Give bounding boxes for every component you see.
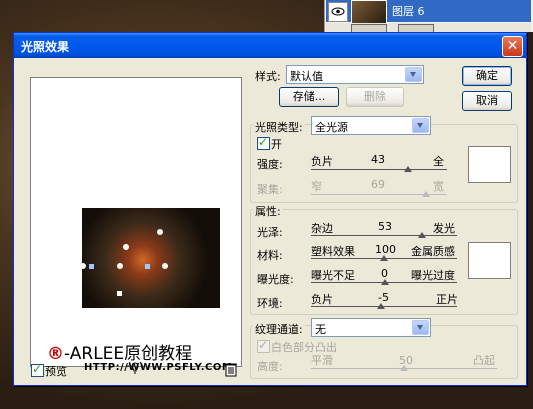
dialog-title: 光照效果 [21,40,70,54]
light-center-handle[interactable] [117,263,123,269]
delete-style-button[interactable]: 删除 [346,87,404,107]
intensity-left-label: 负片 [311,155,333,168]
light-on-label: 开 [271,138,282,151]
ambience-slider-thumb[interactable] [377,303,385,309]
properties-label: 属性: [253,203,283,219]
light-ellipse[interactable] [89,122,159,192]
focus-label: 聚集: [257,183,283,196]
gloss-left-label: 杂边 [311,222,333,235]
chevron-down-icon[interactable] [412,320,429,335]
intensity-slider-thumb[interactable] [404,166,412,172]
light-handle[interactable] [162,263,168,269]
preview-checkbox[interactable] [31,362,44,377]
preview-pane [30,77,242,367]
light-handle[interactable] [145,264,150,269]
material-left-label: 塑料效果 [311,245,355,258]
light-handle[interactable] [157,229,163,235]
texture-channel-value: 无 [315,323,326,336]
gloss-right-label: 发光 [433,222,455,235]
ambience-color-swatch[interactable] [468,242,511,279]
ambience-left-label: 负片 [311,293,333,306]
gloss-label: 光泽: [257,226,283,239]
ambience-label: 环境: [257,297,283,310]
focus-value: 69 [371,178,385,191]
layer-thumbnail [351,0,387,24]
exposure-left-label: 曝光不足 [311,269,355,282]
material-slider-thumb[interactable] [380,255,388,261]
cancel-button[interactable]: 取消 [462,91,512,111]
save-style-button[interactable]: 存储... [279,87,339,107]
intensity-right-label: 全 [433,155,444,168]
trash-icon[interactable] [224,362,238,380]
intensity-label: 强度: [257,158,283,171]
light-type-value: 全光源 [315,121,348,134]
intensity-slider-track[interactable] [311,169,447,170]
light-handle[interactable] [117,291,122,296]
light-on-checkbox[interactable] [257,135,270,150]
preview-image[interactable] [82,208,220,308]
style-select[interactable]: 默认值 [286,65,424,84]
registered-mark: ® [47,344,64,364]
style-value: 默认值 [290,70,323,83]
gloss-value: 53 [378,220,392,233]
intensity-value: 43 [371,153,385,166]
gloss-slider-thumb[interactable] [418,232,426,238]
lighting-effects-dialog: 光照效果 ✕ ®-ARLEE原创教程 HTTP://WWW.PSFLY.COM … [13,32,527,386]
ambience-right-label: 正片 [436,293,458,306]
texture-channel-label: 纹理通道: [253,321,305,337]
light-handle[interactable] [123,244,129,250]
ok-button[interactable]: 确定 [462,66,512,86]
exposure-label: 曝光度: [257,273,294,286]
layer-name: 图层 6 [392,5,425,18]
height-label: 高度: [257,360,283,373]
light-type-select[interactable]: 全光源 [311,116,431,135]
title-bar[interactable]: 光照效果 ✕ [14,33,526,58]
focus-left-label: 窄 [311,180,322,193]
lightbulb-icon[interactable] [126,361,144,380]
exposure-slider-thumb[interactable] [381,279,389,285]
focus-slider-thumb[interactable] [422,191,430,197]
gloss-slider-track[interactable] [311,235,457,236]
watermark-url: HTTP://WWW.PSFLY.COM [84,362,233,373]
texture-channel-select[interactable]: 无 [311,318,431,337]
exposure-right-label: 曝光过度 [411,269,455,282]
height-slider-thumb[interactable] [400,365,408,371]
watermark-line1: ®-ARLEE原创教程 [47,339,192,364]
light-color-swatch[interactable] [468,146,511,183]
close-icon[interactable]: ✕ [502,36,523,57]
eye-icon[interactable] [328,2,348,22]
light-handle[interactable] [90,192,96,198]
height-left-label: 平滑 [311,354,333,367]
focus-right-label: 宽 [433,180,444,193]
height-right-label: 凸起 [473,354,495,367]
white-high-checkbox[interactable] [257,338,270,353]
preview-label: 预览 [45,365,67,378]
light-handle[interactable] [89,264,94,269]
light-type-label: 光照类型: [253,119,305,135]
chevron-down-icon[interactable] [405,67,422,82]
style-label: 样式: [255,70,281,83]
light-handle[interactable] [80,263,86,269]
material-label: 材料: [257,249,283,262]
chevron-down-icon[interactable] [412,118,429,133]
material-right-label: 金属质感 [411,245,455,258]
